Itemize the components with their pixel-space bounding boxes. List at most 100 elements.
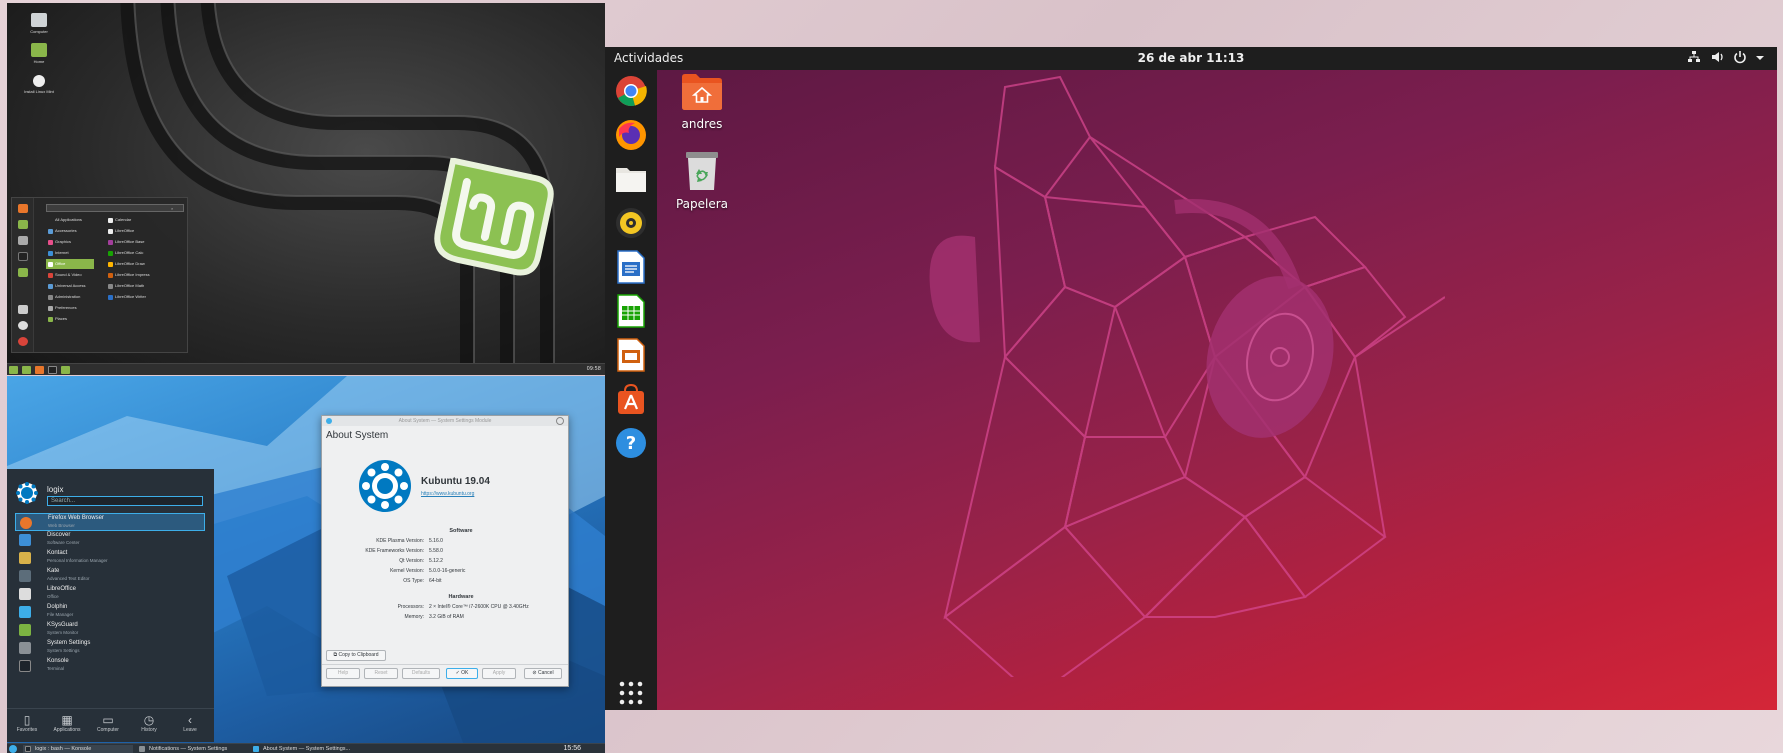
base-icon — [108, 240, 113, 245]
files-icon[interactable] — [61, 366, 70, 374]
copy-to-clipboard-button[interactable]: ⧉ Copy to Clipboard — [326, 650, 386, 661]
show-desktop-icon[interactable] — [22, 366, 31, 374]
mint-app-item[interactable]: LibreOffice Base — [106, 237, 186, 247]
close-icon[interactable] — [556, 417, 564, 425]
libreoffice-calc-icon[interactable] — [614, 294, 648, 328]
defaults-button[interactable]: Defaults — [402, 668, 440, 679]
chrome-icon[interactable] — [614, 74, 648, 108]
mint-app-item[interactable]: LibreOffice Impress — [106, 270, 186, 280]
apply-button[interactable]: Apply — [482, 668, 516, 679]
mint-computer-icon[interactable]: Computer — [9, 13, 69, 34]
kde-menu-item[interactable]: Kontact Personal Information Manager — [15, 549, 205, 567]
mint-category[interactable]: Accessories — [46, 226, 94, 236]
kde-search-input[interactable]: Search... — [47, 496, 203, 506]
mint-home-icon[interactable]: Home — [9, 43, 69, 64]
computer-icon — [31, 13, 47, 27]
firefox-icon[interactable] — [35, 366, 44, 374]
kde-menu-item[interactable]: KSysGuard System Monitor — [15, 621, 205, 639]
kde-menu-item[interactable]: System Settings System Settings — [15, 639, 205, 657]
konsole-icon — [25, 746, 31, 752]
mint-category-selected[interactable]: Office — [46, 259, 94, 269]
kde-clock[interactable]: 15:56 — [563, 745, 581, 752]
firefox-icon[interactable] — [17, 204, 28, 213]
mint-menu-button[interactable] — [9, 366, 18, 374]
kde-launcher-icon[interactable] — [9, 745, 17, 753]
kde-menu-item[interactable]: Konsole Terminal — [15, 657, 205, 675]
logout-icon[interactable] — [17, 321, 28, 330]
cancel-button[interactable]: ⊘ Cancel — [524, 668, 562, 679]
app-label: Calendar — [115, 217, 132, 222]
power-icon[interactable] — [1733, 50, 1747, 67]
mint-category[interactable]: Sound & Video — [46, 270, 94, 280]
help-button[interactable]: Help — [326, 668, 360, 679]
power-icon[interactable] — [17, 337, 28, 346]
files-icon[interactable] — [17, 268, 28, 277]
network-icon[interactable] — [1687, 50, 1701, 67]
settings-icon[interactable] — [17, 236, 28, 245]
mint-app-item[interactable]: LibreOffice Calc — [106, 248, 186, 258]
firefox-icon[interactable] — [614, 118, 648, 152]
libreoffice-impress-icon[interactable] — [614, 338, 648, 372]
libreoffice-writer-icon[interactable] — [614, 250, 648, 284]
grid-icon: ▦ — [61, 713, 73, 727]
info-value: 64-bit — [429, 578, 442, 584]
tab-history[interactable]: ◷ History — [129, 713, 169, 733]
home-folder-desktop-icon[interactable]: andres — [662, 73, 742, 131]
task-label: Notifications — System Settings — [149, 746, 228, 752]
taskbar-item[interactable]: logix : bash — Konsole — [23, 745, 133, 753]
mint-category[interactable]: Administration — [46, 292, 94, 302]
files-icon[interactable] — [614, 162, 648, 196]
rhythmbox-icon[interactable] — [614, 206, 648, 240]
mint-app-item[interactable]: Calendar — [106, 215, 186, 225]
mint-panel-clock[interactable]: 09:58 — [587, 366, 601, 372]
mint-app-item[interactable]: LibreOffice — [106, 226, 186, 236]
mint-logo — [434, 158, 554, 276]
ubuntu-clock[interactable]: 26 de abr 11:13 — [605, 51, 1777, 65]
item-subtitle: Terminal — [47, 666, 65, 671]
trash-desktop-icon[interactable]: Papelera — [662, 151, 742, 211]
mint-app-item[interactable]: LibreOffice Writer — [106, 292, 186, 302]
mint-install-icon[interactable]: Install Linux Mint — [9, 75, 69, 94]
tab-applications[interactable]: ▦ Applications — [47, 713, 87, 733]
reset-button[interactable]: Reset — [364, 668, 398, 679]
kde-menu-item[interactable]: LibreOffice Office — [15, 585, 205, 603]
app-label: LibreOffice Math — [115, 283, 145, 288]
kde-menu-item[interactable]: Kate Advanced Text Editor — [15, 567, 205, 585]
help-icon[interactable]: ? — [614, 426, 648, 460]
mint-category[interactable]: Universal Access — [46, 281, 94, 291]
dialog-titlebar[interactable]: About System — System Settings Module — [322, 416, 568, 426]
button-label: Defaults — [411, 670, 431, 676]
kde-menu-item[interactable]: Dolphin File Manager — [15, 603, 205, 621]
bookmark-icon: ▯ — [23, 713, 31, 727]
terminal-icon[interactable] — [48, 366, 57, 374]
mint-category[interactable]: Places — [46, 314, 94, 324]
ubuntu-software-icon[interactable] — [614, 382, 648, 416]
ok-button[interactable]: ✓ OK — [446, 668, 478, 679]
taskbar-item[interactable]: About System — System Settings... — [251, 745, 361, 753]
lock-icon[interactable] — [17, 305, 28, 314]
show-applications-icon[interactable] — [618, 680, 644, 706]
volume-icon[interactable] — [1711, 50, 1725, 67]
mint-category[interactable]: Preferences — [46, 303, 94, 313]
product-url-link[interactable]: https://www.kubuntu.org — [421, 491, 474, 497]
category-label: Office — [55, 261, 66, 266]
mint-search-input[interactable]: ⌕ — [46, 204, 184, 212]
mint-category[interactable]: Internet — [46, 248, 94, 258]
mint-app-item[interactable]: LibreOffice Math — [106, 281, 186, 291]
libreoffice-icon — [19, 588, 31, 600]
software-icon[interactable] — [17, 220, 28, 229]
kde-menu-item[interactable]: Discover Software Center — [15, 531, 205, 549]
category-label: Accessories — [55, 228, 77, 233]
leave-icon: ‹ — [188, 713, 192, 727]
dropdown-icon[interactable] — [1755, 52, 1765, 66]
taskbar-item[interactable]: Notifications — System Settings — [137, 745, 247, 753]
tab-leave[interactable]: ‹ Leave — [170, 713, 210, 733]
mint-app-item[interactable]: LibreOffice Draw — [106, 259, 186, 269]
tab-computer[interactable]: ▭ Computer — [88, 713, 128, 733]
terminal-icon[interactable] — [17, 252, 28, 261]
tab-favorites[interactable]: ▯ Favorites — [7, 713, 47, 733]
kde-menu-item[interactable]: Firefox Web Browser Web Browser — [15, 513, 205, 531]
mint-category[interactable]: Graphics — [46, 237, 94, 247]
mint-category[interactable]: All Applications — [46, 215, 94, 225]
monitor-icon: ▭ — [102, 713, 114, 727]
